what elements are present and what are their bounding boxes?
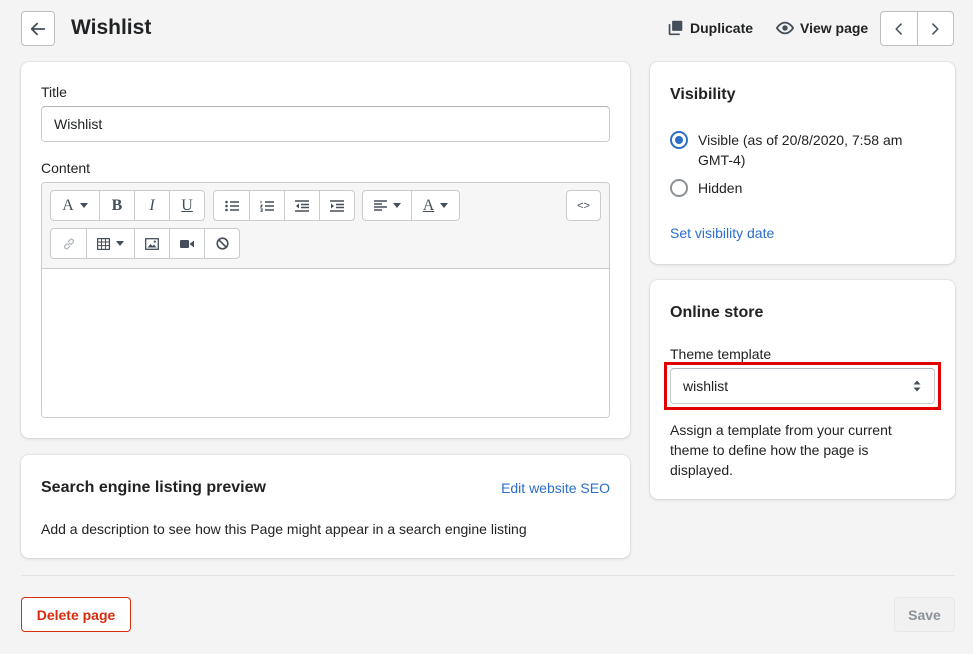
- editor-content-area[interactable]: [42, 269, 609, 417]
- theme-template-select[interactable]: wishlist: [670, 368, 935, 404]
- hidden-radio-option[interactable]: Hidden: [670, 178, 918, 198]
- save-button[interactable]: Save: [894, 597, 955, 632]
- seo-preview-description: Add a description to see how this Page m…: [41, 521, 527, 537]
- insert-table-dropdown[interactable]: [86, 229, 134, 258]
- title-label: Title: [41, 84, 67, 100]
- editor-toolbar: A B I U A <>: [42, 183, 609, 269]
- theme-template-help: Assign a template from your current them…: [670, 422, 892, 478]
- visibility-card: Visibility Visible (as of 20/8/2020, 7:5…: [650, 62, 955, 264]
- html-group: <>: [566, 190, 601, 221]
- bold-button[interactable]: B: [99, 191, 134, 220]
- duplicate-button[interactable]: Duplicate: [667, 19, 753, 36]
- edit-seo-link[interactable]: Edit website SEO: [501, 480, 610, 496]
- insert-image-button[interactable]: [134, 229, 169, 258]
- indent-button[interactable]: [319, 191, 354, 220]
- font-dropdown[interactable]: A: [51, 191, 99, 220]
- image-icon: [145, 237, 159, 250]
- text-color-icon: A: [422, 196, 435, 214]
- hidden-radio[interactable]: [670, 179, 688, 197]
- online-store-card: Online store Theme template wishlist Ass…: [650, 280, 955, 499]
- link-icon: [63, 238, 74, 249]
- font-icon: A: [62, 196, 74, 214]
- bold-icon: B: [111, 196, 123, 214]
- insert-group: [50, 228, 240, 259]
- italic-button[interactable]: I: [134, 191, 169, 220]
- visible-radio-option[interactable]: Visible (as of 20/8/2020, 7:58 am GMT-4): [670, 130, 918, 170]
- next-page-button[interactable]: [916, 12, 954, 45]
- seo-preview-title: Search engine listing preview: [41, 479, 266, 496]
- footer-divider: [21, 575, 955, 576]
- clear-formatting-button[interactable]: [204, 229, 239, 258]
- numbered-list-icon: [260, 200, 274, 212]
- chevron-left-icon: [895, 22, 902, 35]
- visible-radio[interactable]: [670, 131, 688, 149]
- indent-icon: [330, 199, 344, 212]
- outdent-button[interactable]: [284, 191, 319, 220]
- previous-page-button[interactable]: [881, 12, 917, 45]
- video-icon: [180, 239, 194, 248]
- align-dropdown[interactable]: [363, 191, 411, 220]
- back-button[interactable]: [21, 11, 55, 46]
- code-icon: <>: [577, 199, 590, 212]
- page-content-card: Title Content A B I U: [21, 62, 630, 438]
- seo-preview-card: Search engine listing preview Edit websi…: [21, 455, 630, 558]
- underline-icon: U: [181, 196, 193, 214]
- eye-icon: [776, 21, 794, 35]
- select-arrows-icon: [913, 380, 921, 392]
- bulleted-list-button[interactable]: [214, 191, 249, 220]
- underline-button[interactable]: U: [169, 191, 204, 220]
- table-icon: [97, 237, 110, 250]
- view-page-button[interactable]: View page: [776, 19, 868, 37]
- theme-template-value: wishlist: [683, 378, 729, 394]
- italic-icon: I: [149, 196, 155, 214]
- rich-text-editor: A B I U A <>: [41, 182, 610, 418]
- online-store-title: Online store: [670, 304, 764, 321]
- bulleted-list-icon: [224, 200, 239, 211]
- text-style-group: A B I U: [50, 190, 205, 221]
- list-group: [213, 190, 355, 221]
- outdent-icon: [295, 199, 309, 212]
- show-html-button[interactable]: <>: [567, 191, 600, 220]
- pagination: [880, 11, 954, 46]
- theme-template-label: Theme template: [670, 346, 772, 362]
- title-input[interactable]: [41, 106, 610, 142]
- arrow-left-icon: [30, 22, 46, 35]
- duplicate-label: Duplicate: [690, 19, 754, 36]
- insert-video-button[interactable]: [169, 229, 204, 258]
- align-color-group: A: [362, 190, 460, 221]
- chevron-right-icon: [932, 22, 939, 35]
- visibility-title: Visibility: [670, 86, 736, 103]
- page-title: Wishlist: [71, 16, 152, 39]
- set-visibility-date-link[interactable]: Set visibility date: [670, 225, 774, 241]
- content-label: Content: [41, 160, 91, 176]
- align-left-icon: [373, 200, 387, 211]
- duplicate-icon: [668, 20, 683, 36]
- numbered-list-button[interactable]: [249, 191, 284, 220]
- insert-link-button[interactable]: [51, 229, 86, 258]
- visible-radio-label: Visible (as of 20/8/2020, 7:58 am GMT-4): [698, 132, 903, 168]
- clear-formatting-icon: [215, 237, 229, 250]
- hidden-radio-label: Hidden: [698, 180, 743, 196]
- view-page-label: View page: [800, 20, 869, 36]
- text-color-dropdown[interactable]: A: [411, 191, 459, 220]
- delete-page-button[interactable]: Delete page: [21, 597, 131, 632]
